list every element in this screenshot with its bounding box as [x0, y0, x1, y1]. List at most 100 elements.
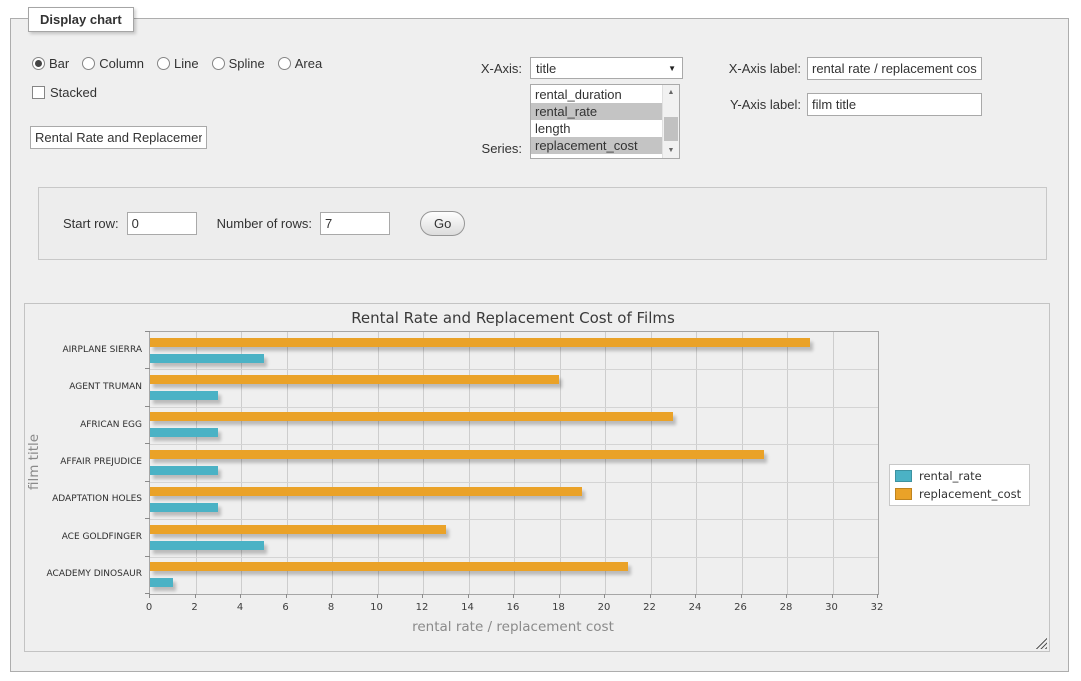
- bar-replacement_cost: [150, 338, 810, 347]
- series-option-length[interactable]: length: [531, 120, 662, 137]
- vertical-gridline: [696, 332, 697, 594]
- bar-rental_rate: [150, 503, 218, 512]
- chart-plot-area: [149, 331, 879, 595]
- radio-label: Area: [295, 56, 322, 71]
- vertical-gridline: [469, 332, 470, 594]
- y-axis-category-label: ACE GOLDFINGER: [25, 532, 142, 542]
- series-option-replacement_cost[interactable]: replacement_cost: [531, 137, 662, 154]
- display-chart-fieldset: Display chart BarColumnLineSplineArea St…: [10, 18, 1069, 672]
- y-axis-tick: [145, 518, 150, 519]
- x-axis-tick: [877, 594, 878, 598]
- bar-rental_rate: [150, 466, 218, 475]
- stacked-label: Stacked: [50, 85, 97, 100]
- x-axis-selected-value: title: [531, 61, 668, 76]
- x-axis-tick: [377, 594, 378, 598]
- bar-rental_rate: [150, 541, 264, 550]
- bar-replacement_cost: [150, 412, 673, 421]
- chart-type-radio-spline[interactable]: Spline: [212, 56, 265, 71]
- series-options: rental_durationrental_ratelengthreplacem…: [531, 85, 662, 158]
- y-axis-tick: [145, 443, 150, 444]
- bar-rental_rate: [150, 428, 218, 437]
- horizontal-gridline: [150, 444, 878, 445]
- radio-icon[interactable]: [157, 57, 170, 70]
- x-axis-select[interactable]: title ▼: [530, 57, 683, 79]
- chart-title-input[interactable]: [30, 126, 207, 149]
- y-axis-category-label: ACADEMY DINOSAUR: [25, 569, 142, 579]
- legend-label: replacement_cost: [919, 487, 1021, 501]
- num-rows-label: Number of rows:: [217, 216, 312, 231]
- chart-type-radio-column[interactable]: Column: [82, 56, 144, 71]
- x-axis-tick-label: 20: [589, 602, 619, 613]
- bar-replacement_cost: [150, 450, 764, 459]
- y-axis-category-label: AGENT TRUMAN: [25, 382, 142, 392]
- x-axis-tick: [650, 594, 651, 598]
- x-axis-tick-label: 22: [635, 602, 665, 613]
- num-rows-input[interactable]: [320, 212, 390, 235]
- x-axis-tick-label: 24: [680, 602, 710, 613]
- scrollbar-down-icon[interactable]: ▼: [663, 143, 679, 158]
- horizontal-gridline: [150, 519, 878, 520]
- vertical-gridline: [833, 332, 834, 594]
- x-axis-tick-label: 32: [862, 602, 892, 613]
- vertical-gridline: [241, 332, 242, 594]
- vertical-gridline: [787, 332, 788, 594]
- x-axis-tick: [786, 594, 787, 598]
- scrollbar-up-icon[interactable]: ▲: [663, 85, 679, 100]
- start-row-label: Start row:: [63, 216, 119, 231]
- vertical-gridline: [423, 332, 424, 594]
- y-axis-label-input[interactable]: [807, 93, 982, 116]
- y-axis-tick: [145, 556, 150, 557]
- series-field-label: Series:: [456, 141, 522, 156]
- series-option-rental_rate[interactable]: rental_rate: [531, 103, 662, 120]
- horizontal-gridline: [150, 369, 878, 370]
- x-axis-tick-label: 26: [726, 602, 756, 613]
- series-scrollbar[interactable]: ▲ ▼: [662, 85, 679, 158]
- radio-icon[interactable]: [212, 57, 225, 70]
- x-axis-label-input[interactable]: [807, 57, 982, 80]
- series-option-rental_duration[interactable]: rental_duration: [531, 86, 662, 103]
- x-axis-tick-label: 8: [316, 602, 346, 613]
- vertical-gridline: [514, 332, 515, 594]
- bar-replacement_cost: [150, 487, 582, 496]
- y-axis-tick: [145, 481, 150, 482]
- rows-panel-controls: Start row: Number of rows: Go: [63, 188, 465, 259]
- stacked-checkbox-row[interactable]: Stacked: [32, 85, 97, 100]
- y-axis-tick: [145, 406, 150, 407]
- chart-type-radio-line[interactable]: Line: [157, 56, 199, 71]
- y-axis-tick: [145, 331, 150, 332]
- radio-label: Line: [174, 56, 199, 71]
- x-axis-tick: [331, 594, 332, 598]
- resize-grip-icon[interactable]: [1036, 638, 1047, 649]
- x-axis-tick: [240, 594, 241, 598]
- radio-icon[interactable]: [82, 57, 95, 70]
- radio-icon[interactable]: [278, 57, 291, 70]
- radio-icon[interactable]: [32, 57, 45, 70]
- legend-entry-replacement_cost: replacement_cost: [895, 487, 1021, 501]
- vertical-gridline: [332, 332, 333, 594]
- y-axis-category-label: AFRICAN EGG: [25, 420, 142, 430]
- vertical-gridline: [378, 332, 379, 594]
- stacked-checkbox[interactable]: [32, 86, 45, 99]
- x-axis-tick-label: 16: [498, 602, 528, 613]
- start-row-input[interactable]: [127, 212, 197, 235]
- bar-replacement_cost: [150, 525, 446, 534]
- x-axis-tick-label: 6: [271, 602, 301, 613]
- horizontal-gridline: [150, 482, 878, 483]
- bar-rental_rate: [150, 578, 173, 587]
- go-button[interactable]: Go: [420, 211, 465, 236]
- y-axis-tick: [145, 593, 150, 594]
- x-axis-tick: [195, 594, 196, 598]
- chart-x-axis-title: rental rate / replacement cost: [25, 619, 1001, 635]
- x-axis-label-field-label: X-Axis label:: [701, 61, 801, 76]
- x-axis-tick-label: 18: [544, 602, 574, 613]
- series-listbox[interactable]: rental_durationrental_ratelengthreplacem…: [530, 84, 680, 159]
- horizontal-gridline: [150, 557, 878, 558]
- y-axis-category-label: ADAPTATION HOLES: [25, 494, 142, 504]
- chart-type-radio-bar[interactable]: Bar: [32, 56, 69, 71]
- y-axis-category-label: AFFAIR PREJUDICE: [25, 457, 142, 467]
- legend-swatch-icon: [895, 488, 912, 500]
- vertical-gridline: [196, 332, 197, 594]
- vertical-gridline: [560, 332, 561, 594]
- chart-type-radio-area[interactable]: Area: [278, 56, 322, 71]
- scrollbar-thumb[interactable]: [664, 117, 678, 141]
